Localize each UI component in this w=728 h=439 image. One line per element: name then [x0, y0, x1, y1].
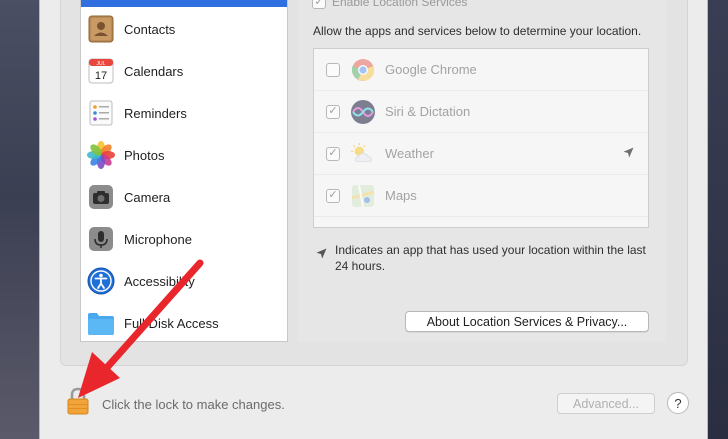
microphone-icon: [85, 223, 117, 255]
sidebar-item-calendars[interactable]: JUL 17 Calendars: [81, 50, 287, 92]
location-arrow-icon: [623, 147, 634, 161]
service-checkbox[interactable]: ✓: [326, 146, 340, 161]
maps-icon: [350, 183, 376, 209]
service-name: Siri & Dictation: [385, 104, 471, 119]
sidebar-item-label: Calendars: [124, 63, 184, 79]
location-legend: Indicates an app that has used your loca…: [316, 242, 656, 274]
enable-location-checkbox[interactable]: ✓: [312, 0, 326, 9]
advanced-button[interactable]: Advanced...: [557, 393, 655, 414]
calendar-month: JUL: [97, 61, 106, 67]
calendar-icon: JUL 17: [85, 55, 117, 87]
legend-text: Indicates an app that has used your loca…: [335, 243, 646, 273]
sidebar-item-camera[interactable]: Camera: [81, 176, 287, 218]
reminders-icon: [85, 97, 117, 129]
service-row-siri-dictation[interactable]: ✓ Siri & Dictation: [314, 91, 648, 133]
sidebar-item-label: Photos: [124, 147, 165, 163]
service-row-partial: [314, 217, 648, 227]
sidebar-item-label: Reminders: [124, 105, 187, 121]
sidebar-item-label: Accessibility: [124, 273, 195, 289]
sidebar-item-contacts[interactable]: Contacts: [81, 8, 287, 50]
desktop-wallpaper-left: [0, 0, 40, 439]
sidebar-item-full-disk-access[interactable]: Full Disk Access: [81, 302, 287, 341]
location-services-list[interactable]: Google Chrome ✓ Siri & Dictation ✓ Weath…: [313, 48, 649, 228]
service-checkbox[interactable]: ✓: [326, 188, 340, 203]
service-checkbox[interactable]: ✓: [326, 104, 340, 119]
about-location-privacy-button[interactable]: About Location Services & Privacy...: [405, 311, 649, 332]
service-row-google-chrome[interactable]: Google Chrome: [314, 49, 648, 91]
sidebar-item-photos[interactable]: Photos: [81, 134, 287, 176]
folder-icon: [85, 307, 117, 339]
service-name: Maps: [385, 188, 417, 203]
sidebar-item-label: Camera: [124, 189, 171, 205]
service-row-weather[interactable]: ✓ Weather: [314, 133, 648, 175]
service-row-maps[interactable]: ✓ Maps: [314, 175, 648, 217]
enable-location-label: Enable Location Services: [332, 0, 468, 9]
sidebar-item-label: Microphone: [124, 231, 192, 247]
sidebar-item-reminders[interactable]: Reminders: [81, 92, 287, 134]
weather-icon: [350, 141, 376, 167]
enable-location-row[interactable]: ✓ Enable Location Services: [312, 0, 467, 9]
service-checkbox[interactable]: [326, 62, 340, 77]
app-list[interactable]: Contacts JUL 17 Calendars Reminders Phot…: [80, 0, 288, 342]
location-arrow-icon: [316, 248, 327, 262]
accessibility-icon: [85, 265, 117, 297]
desktop-wallpaper-right: [708, 0, 728, 439]
siri-icon: [350, 99, 376, 125]
sidebar-item-accessibility[interactable]: Accessibility: [81, 260, 287, 302]
allow-apps-text: Allow the apps and services below to det…: [313, 24, 642, 38]
service-name: Weather: [385, 146, 434, 161]
lock-hint-text: Click the lock to make changes.: [102, 397, 285, 412]
preferences-window: Contacts JUL 17 Calendars Reminders Phot…: [39, 0, 708, 439]
calendar-day: 17: [95, 70, 107, 82]
photos-icon: [85, 139, 117, 171]
sidebar-item-label: Full Disk Access: [124, 315, 219, 331]
sidebar-item-label: Contacts: [124, 21, 176, 37]
service-name: Google Chrome: [385, 62, 477, 77]
camera-icon: [85, 181, 117, 213]
sidebar-item-microphone[interactable]: Microphone: [81, 218, 287, 260]
chrome-icon: [350, 57, 376, 83]
selected-row-highlight: [81, 0, 287, 7]
help-button[interactable]: ?: [667, 392, 689, 414]
contacts-icon: [85, 13, 117, 45]
lock-icon[interactable]: [66, 387, 90, 415]
